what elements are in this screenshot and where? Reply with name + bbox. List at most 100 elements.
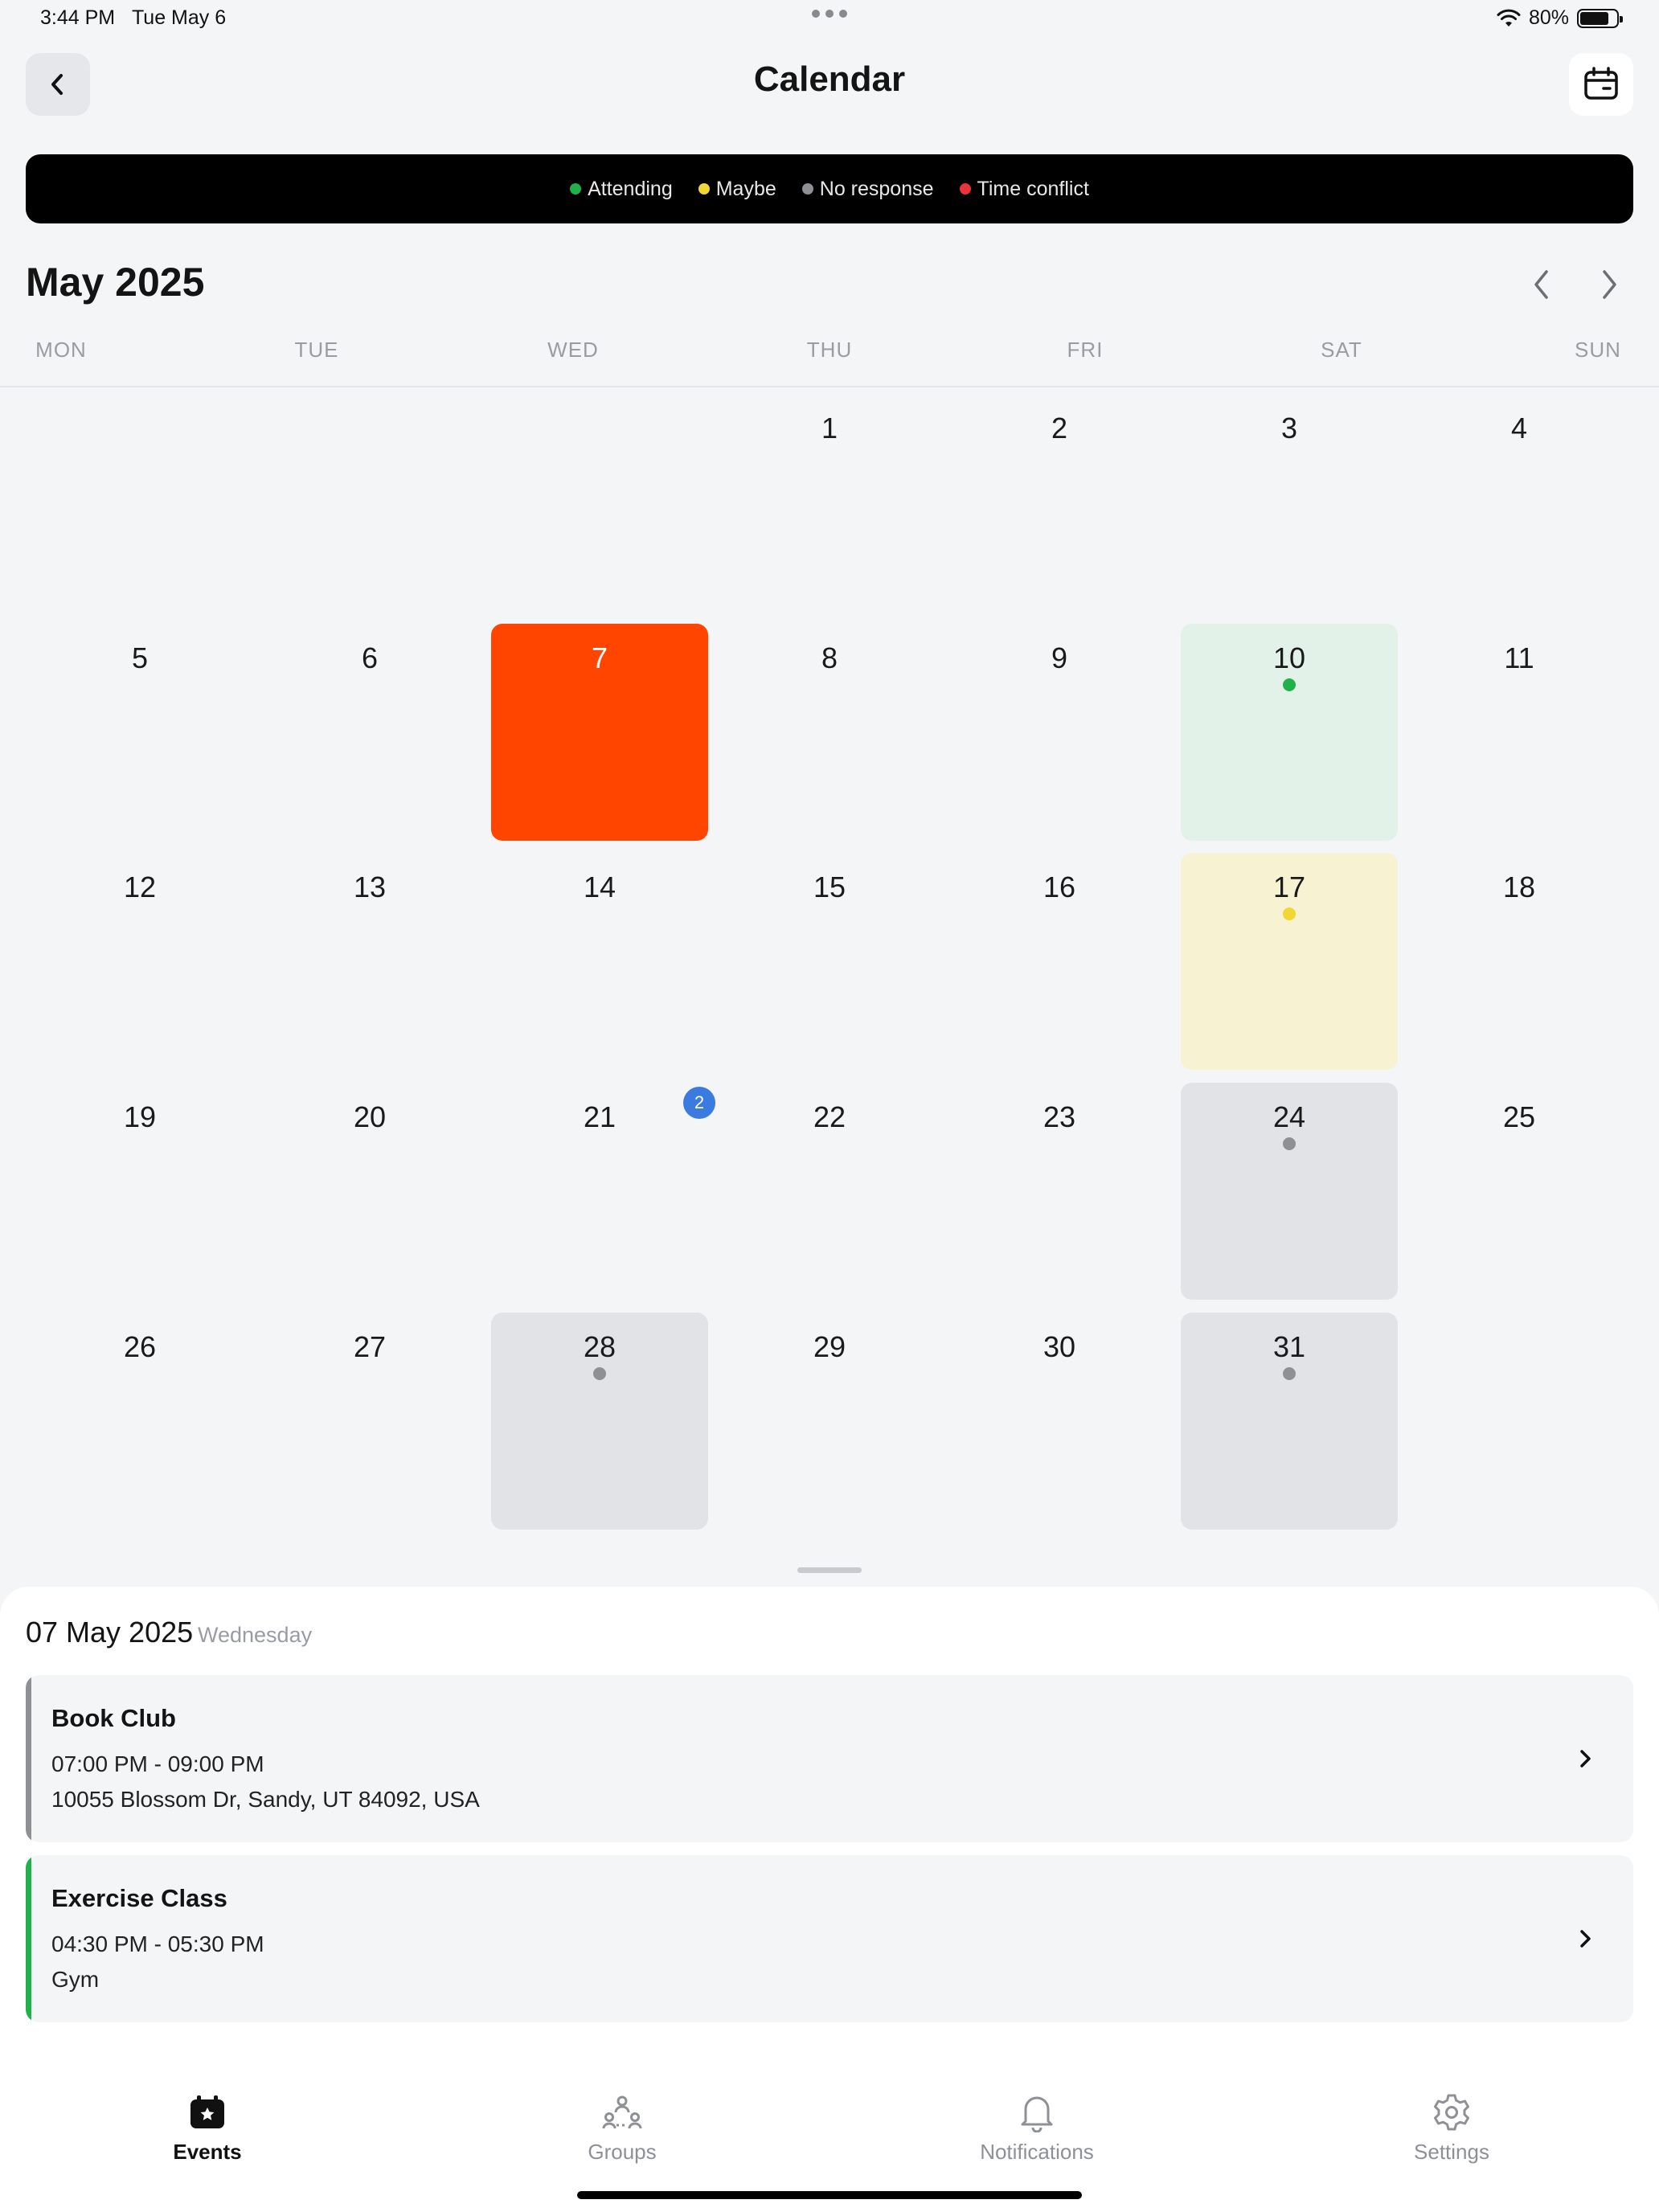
calendar-day-29[interactable]: 29 [721,1313,938,1530]
calendar-day-1[interactable]: 1 [721,394,938,611]
weekday-label: THU [806,338,853,362]
day-number: 4 [1510,412,1528,444]
day-number: 28 [583,1330,616,1363]
chevron-right-icon [1569,1923,1601,1955]
day-number: 13 [353,870,387,903]
calendar-day-6[interactable]: 6 [261,624,478,841]
bell-icon [1021,2096,1053,2132]
status-clock: 3:44 PM [40,6,116,29]
day-number: 22 [813,1100,846,1133]
tab-notifications[interactable]: Notifications [916,2091,1157,2165]
calendar-view-button[interactable] [1569,53,1633,116]
weekday-label: SUN [1575,338,1621,362]
weekday-label: TUE [294,338,339,362]
calendar-day-13[interactable]: 13 [261,853,478,1070]
multitasking-dots-icon[interactable] [812,10,847,18]
calendar-day-26[interactable]: 26 [31,1313,248,1530]
calendar-day-4[interactable]: 4 [1411,394,1628,611]
legend-no-response: No response [801,177,934,201]
calendar-day-21[interactable]: 21 [491,1083,708,1300]
day-number: 27 [353,1330,387,1363]
day-number: 8 [821,641,838,674]
status-bar: 3:44 PM Tue May 6 80% [0,0,1659,39]
event-title: Exercise Class [51,1884,227,1912]
event-title: Book Club [51,1704,176,1732]
calendar-day-2[interactable]: 2 [951,394,1168,611]
tab-label: Events [173,2140,242,2164]
event-location: 10055 Blossom Dr, Sandy, UT 84092, USA [51,1787,480,1812]
event-card-exercise-class[interactable]: Exercise Class 04:30 PM - 05:30 PM Gym [26,1855,1633,2022]
chevron-right-icon [1569,1743,1601,1775]
calendar-day-24[interactable]: 24 [1181,1083,1398,1300]
day-number: 6 [361,641,379,674]
calendar-day-23[interactable]: 23 [951,1083,1168,1300]
day-number: 5 [131,641,149,674]
day-number: 2 [1051,412,1068,444]
calendar-day-30[interactable]: 30 [951,1313,1168,1530]
tab-groups[interactable]: Groups [502,2091,743,2165]
page-title: Calendar [753,59,906,99]
status-time: 3:44 PM Tue May 6 [40,6,226,30]
legend-label: No response [819,177,934,200]
sheet-handle[interactable] [797,1567,862,1573]
weekday-label: FRI [1067,338,1104,362]
calendar-day-11[interactable]: 11 [1411,624,1628,841]
calendar-day-5[interactable]: 5 [31,624,248,841]
calendar-day-16[interactable]: 16 [951,853,1168,1070]
event-count-badge: 2 [683,1087,715,1119]
legend-label: Time conflict [977,177,1089,200]
divider [0,386,1659,387]
calendar-day-10[interactable]: 10 [1181,624,1398,841]
calendar-day-17[interactable]: 17 [1181,853,1398,1070]
day-number: 1 [821,412,838,444]
calendar-day-19[interactable]: 19 [31,1083,248,1300]
calendar-day-12[interactable]: 12 [31,853,248,1070]
event-status-dot-icon [1283,1137,1296,1150]
day-number: 31 [1272,1330,1306,1363]
previous-month-button[interactable] [1518,262,1566,307]
calendar-day-15[interactable]: 15 [721,853,938,1070]
calendar-day-9[interactable]: 9 [951,624,1168,841]
event-status-bar [26,1675,31,1842]
groups-icon [602,2095,642,2129]
day-number: 17 [1272,870,1306,903]
day-number: 30 [1043,1330,1076,1363]
event-status-dot-icon [1283,1367,1296,1380]
day-number: 12 [123,870,157,903]
day-number: 14 [583,870,616,903]
weekday-label: MON [35,338,87,362]
event-card-book-club[interactable]: Book Club 07:00 PM - 09:00 PM 10055 Blos… [26,1675,1633,1842]
calendar-day-28[interactable]: 28 [491,1313,708,1530]
home-indicator[interactable] [577,2191,1082,2199]
calendar-day-20[interactable]: 20 [261,1083,478,1300]
weekday-header: MON TUE WED THU FRI SAT SUN [0,338,1659,370]
event-status-bar [26,1855,31,2022]
day-number: 3 [1280,412,1298,444]
legend-time-conflict: Time conflict [959,177,1089,201]
calendar-day-8[interactable]: 8 [721,624,938,841]
event-status-dot-icon [593,1367,606,1380]
calendar-day-14[interactable]: 14 [491,853,708,1070]
day-number: 24 [1272,1100,1306,1133]
day-number: 18 [1502,870,1536,903]
calendar-day-25[interactable]: 25 [1411,1083,1628,1300]
calendar-day-27[interactable]: 27 [261,1313,478,1530]
next-month-button[interactable] [1585,262,1633,307]
wifi-icon [1497,9,1521,27]
gear-icon [1434,2094,1469,2131]
battery-icon [1577,8,1623,28]
events-icon [190,2095,224,2128]
maybe-dot-icon [698,183,710,195]
calendar-day-22[interactable]: 22 [721,1083,938,1300]
tab-label: Notifications [980,2140,1094,2164]
calendar-day-18[interactable]: 18 [1411,853,1628,1070]
calendar-day-3[interactable]: 3 [1181,394,1398,611]
calendar-day-7[interactable]: 7 [491,624,708,841]
status-indicators: 80% [1497,6,1623,30]
tab-settings[interactable]: Settings [1331,2091,1572,2165]
tab-events[interactable]: Events [87,2091,328,2165]
status-legend: Attending Maybe No response Time conflic… [26,154,1633,223]
calendar-day-31[interactable]: 31 [1181,1313,1398,1530]
day-number: 11 [1504,641,1534,674]
day-number: 15 [813,870,846,903]
